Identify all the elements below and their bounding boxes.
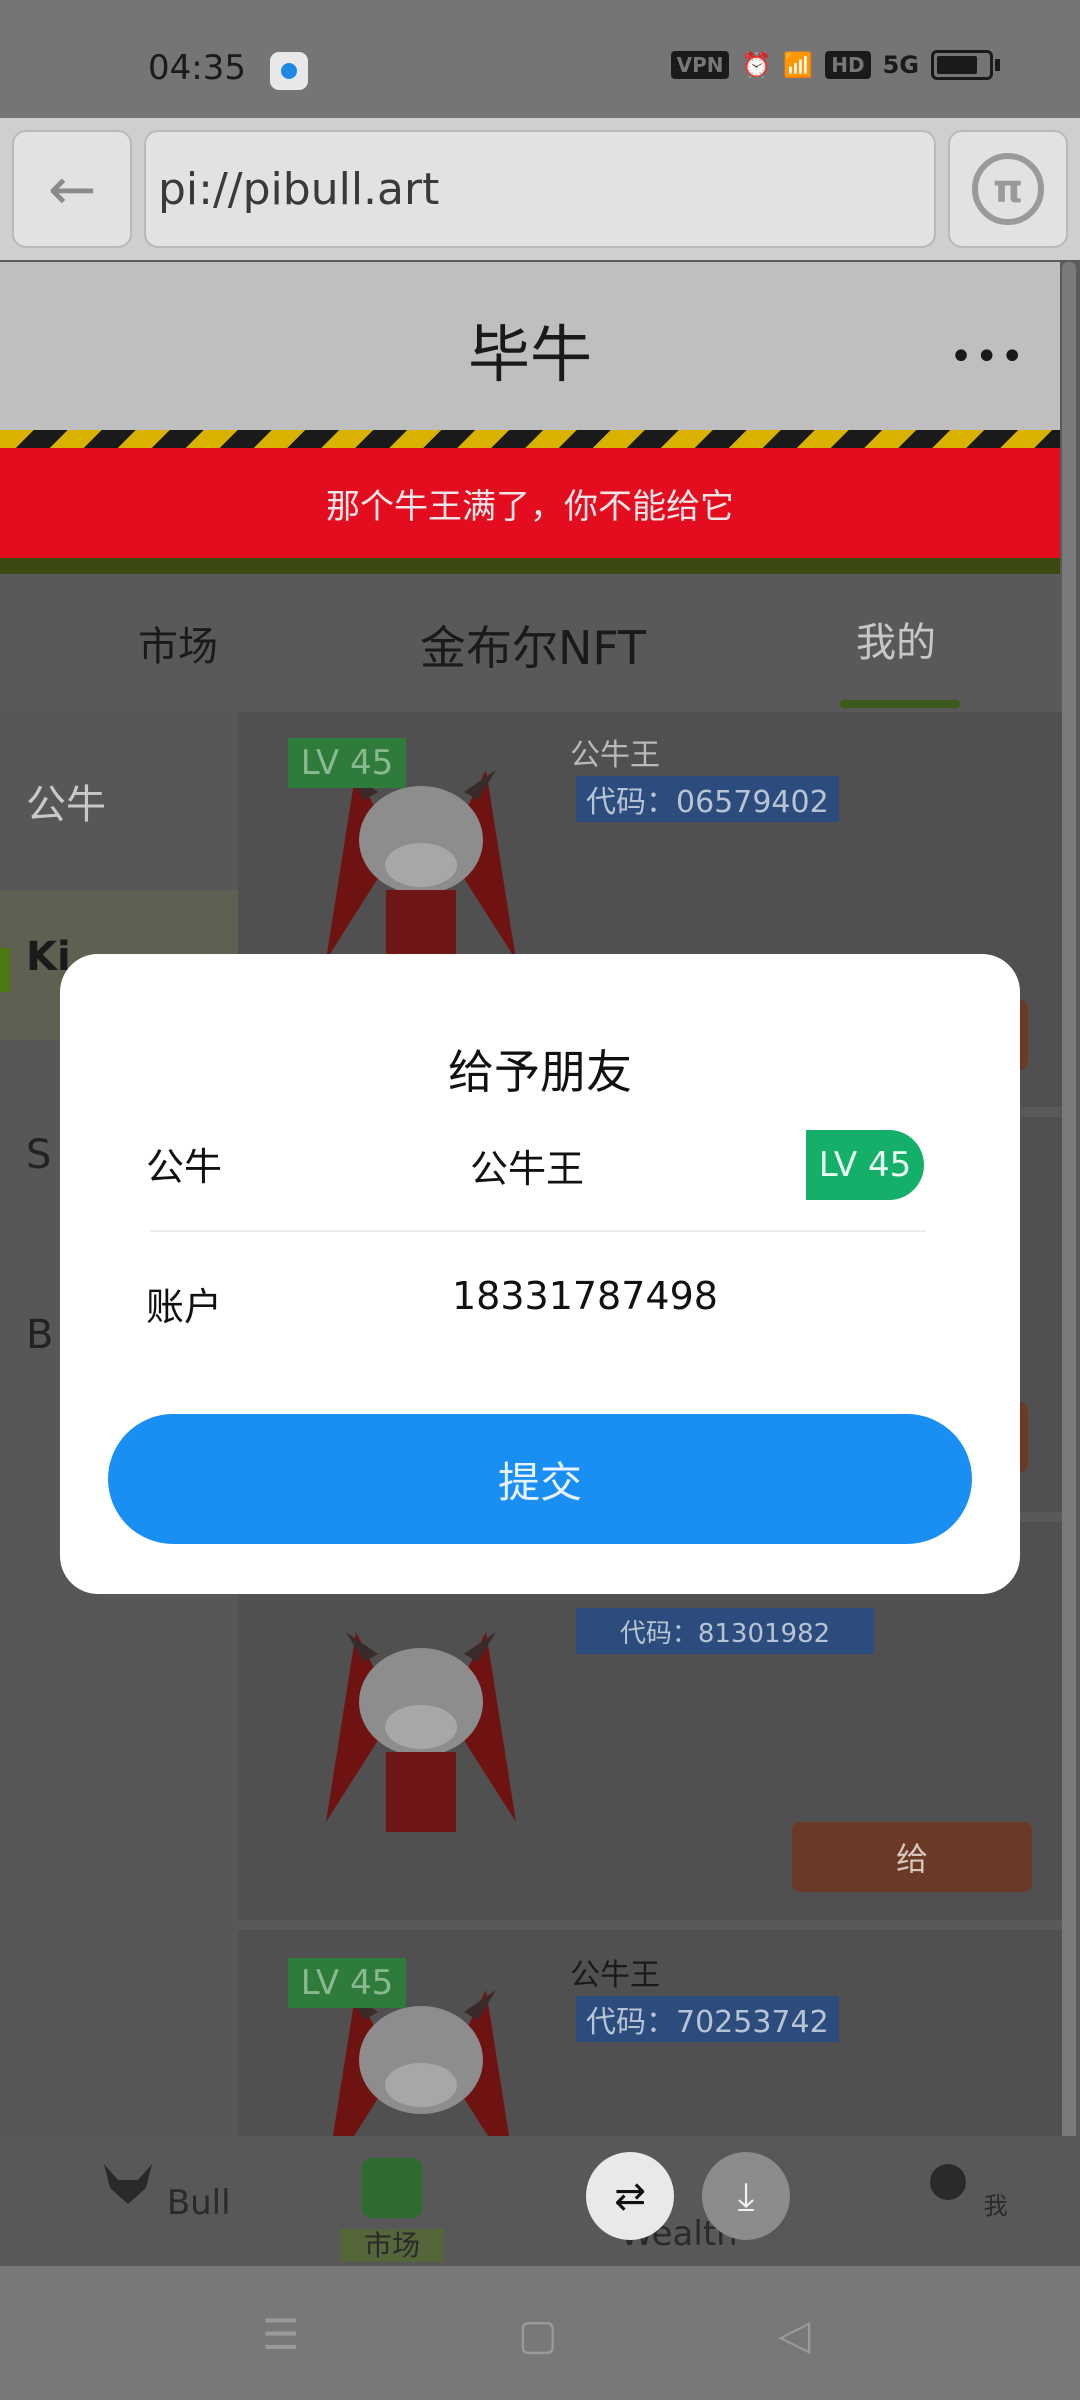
bull-value: 公牛王 [470,1147,585,1191]
card-code: 代码：70253742 [576,1996,839,2042]
tab-mine[interactable]: 我的 [856,610,936,668]
page-title: 毕牛 [467,318,592,391]
app-header: 毕牛 ••• [0,262,1060,430]
hd-icon: HD [825,51,871,79]
level-badge: LV 45 [288,738,406,788]
give-friend-dialog: 给予朋友 公牛 公牛王 LV 45 账户 18331787498 提交 [60,954,1020,1594]
nav-market-label: 市场 [340,2229,445,2262]
submit-button[interactable]: 提交 [108,1414,972,1544]
battery-tip [995,59,1000,71]
alert-banner: 那个牛王满了，你不能给它 [0,448,1060,558]
market-icon [362,2158,422,2218]
divider [238,1920,1062,1930]
bull-king-image [326,1632,516,1832]
nav-bull[interactable]: Bull [100,2158,231,2223]
bull-head-icon [104,2164,152,2204]
sidebar-item-bull[interactable]: 公牛 [0,772,238,830]
nav-me[interactable]: 我 [920,2158,1008,2221]
tab-nft[interactable]: 金布尔NFT [420,612,646,678]
card-code: 代码：06579402 [576,776,839,822]
more-dots-icon[interactable]: ••• [949,334,1026,380]
nav-bull-label: Bull [166,2183,231,2223]
nav-market[interactable]: 市场 [340,2158,445,2264]
url-text: pi://pibull.art [158,163,440,215]
pi-logo-icon: π [972,153,1044,225]
translate-icon[interactable]: ⇄ [586,2152,674,2240]
tab-bar: 市场 金布尔NFT 我的 [0,574,1060,712]
give-button[interactable]: 给 [792,1822,1032,1892]
account-label: 账户 [146,1285,223,1329]
browser-bar: ← pi://pibull.art π [0,118,1080,260]
page-scrollbar[interactable] [1062,262,1076,2142]
dialog-divider [150,1230,926,1232]
url-field[interactable]: pi://pibull.art [144,130,936,248]
dialog-title: 给予朋友 [448,1045,632,1099]
tab-market[interactable]: 市场 [138,614,218,672]
back-icon[interactable]: ◁ [778,2310,810,2359]
signal-5g-icon: 5G [882,51,919,79]
bottom-nav: Bull 市场 Wealth 我 [0,2136,1080,2266]
home-icon[interactable]: ▢ [518,2310,558,2359]
alarm-icon: ⏰ [741,51,772,79]
level-badge: LV 45 [806,1130,924,1200]
hazard-stripe [0,430,1060,448]
card-name: 公牛王 [570,1958,660,1993]
app-icon [270,52,308,90]
level-badge: LV 45 [288,1958,406,2008]
status-bar: 04:35 VPN ⏰ 📶 HD 5G [0,0,1080,118]
tab-active-indicator [840,700,960,708]
card-name: 公牛王 [570,738,660,773]
status-time: 04:35 [148,48,246,88]
browser-back-button[interactable]: ← [12,130,132,248]
account-field[interactable]: 18331787498 [452,1274,718,1318]
nav-me-label: 我 [983,2192,1008,2220]
battery-icon [931,50,993,80]
card-code: 代码：81301982 [576,1608,874,1654]
download-icon[interactable]: ⤓ [702,2152,790,2240]
arrow-left-icon: ← [47,155,97,223]
bull-label: 公牛 [146,1145,223,1189]
profile-icon [930,2164,966,2200]
status-icons: VPN ⏰ 📶 HD 5G [670,50,1000,80]
banner-divider [0,558,1060,574]
vpn-icon: VPN [670,51,730,79]
wifi-icon: 📶 [783,51,814,79]
pi-browser-button[interactable]: π [948,130,1068,248]
system-nav-bar: ☰ ▢ ◁ [0,2266,1080,2400]
recent-apps-icon[interactable]: ☰ [262,2310,300,2359]
